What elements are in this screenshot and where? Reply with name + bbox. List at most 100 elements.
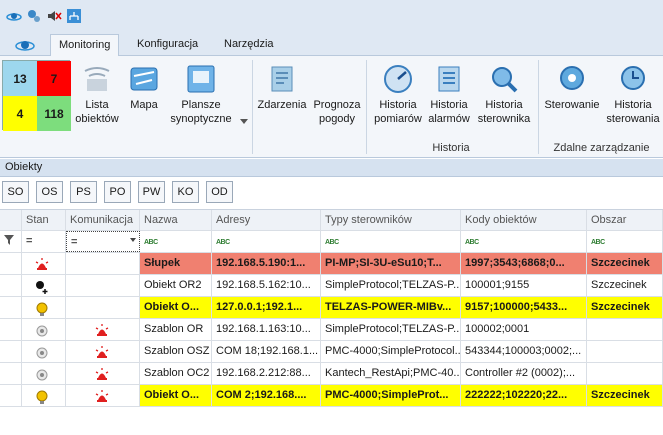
- column-header-typy[interactable]: Typy sterowników: [321, 210, 461, 231]
- cell-kody: 1997;3543;6868;0...: [461, 253, 587, 274]
- table-row[interactable]: Szablon OR 192.168.1.163:10... SimpleProto…: [0, 319, 663, 341]
- gauge-icon: [380, 62, 416, 96]
- cell-typy: SimpleProtocol;TELZAS-P...: [321, 319, 461, 340]
- tab-narzedzia[interactable]: Narzędzia: [216, 34, 282, 57]
- ribbon-tabs: Monitoring Konfiguracja Narzędzia: [0, 32, 663, 57]
- historia-pomiarow-button[interactable]: Historia pomiarów: [372, 62, 424, 126]
- filter-so-button[interactable]: SO: [2, 181, 29, 203]
- filter-pw-button[interactable]: PW: [138, 181, 165, 203]
- cell-kody: 543344;100003;0002;...: [461, 341, 587, 362]
- table-row[interactable]: Słupek 192.168.5.190:1... PI-MP;SI-3U-eSu1…: [0, 253, 663, 275]
- text-filter-icon: ABC: [325, 239, 339, 246]
- historia-sterownika-button[interactable]: Historia sterownika: [476, 62, 532, 126]
- text-filter-icon: ABC: [591, 239, 605, 246]
- red-alarm-icon: [94, 390, 110, 406]
- events-icon: [264, 62, 300, 96]
- filter-po-button[interactable]: PO: [104, 181, 131, 203]
- filter-typy[interactable]: ABC: [321, 231, 461, 252]
- filter-icon[interactable]: [0, 231, 22, 252]
- column-header-stan[interactable]: Stan: [22, 210, 66, 231]
- cell-adresy: 192.168.1.163:10...: [212, 319, 321, 340]
- ribbon-panel: 13 7 4 118 Lista obiektów Mapa Plansze s…: [0, 56, 663, 158]
- sterowanie-button[interactable]: Sterowanie: [542, 62, 602, 112]
- zdarzenia-button[interactable]: Zdarzenia: [256, 62, 308, 112]
- quick-access-toolbar: [0, 0, 663, 32]
- cell-nazwa: Obiekt OR2: [140, 275, 212, 296]
- filter-nazwa[interactable]: ABC: [140, 231, 212, 252]
- application-menu-button[interactable]: [10, 34, 40, 56]
- filter-row: = = ABC ABC ABC ABC ABC: [0, 231, 663, 253]
- filter-obszar[interactable]: ABC: [587, 231, 663, 252]
- column-header-adresy[interactable]: Adresy: [212, 210, 321, 231]
- alarm-history-icon: [431, 62, 467, 96]
- yellow-bulb-icon: [34, 302, 50, 318]
- cell-stan: [22, 341, 66, 362]
- mapa-button[interactable]: Mapa: [126, 62, 162, 112]
- cell-nazwa: Szablon OSZ: [140, 341, 212, 362]
- status-count-blue[interactable]: 13: [3, 61, 37, 96]
- column-header-komunikacja[interactable]: Komunikacja: [66, 210, 140, 231]
- plansze-synoptyczne-label: Plansze synoptyczne: [170, 99, 232, 125]
- cell-typy: PMC-4000;SimpleProtocol...: [321, 341, 461, 362]
- column-header-obszar[interactable]: Obszar: [587, 210, 663, 231]
- table-row[interactable]: Obiekt O... COM 2;192.168.... PMC-4000;Sim…: [0, 385, 663, 407]
- controller-history-icon: [486, 62, 522, 96]
- filter-komunikacja-dropdown[interactable]: =: [66, 231, 140, 252]
- gray-dot-icon: [34, 369, 50, 384]
- cell-kody: 9157;100000;5433...: [461, 297, 587, 318]
- historia-sterownika-label: Historia sterownika: [477, 99, 531, 125]
- cell-nazwa: Szablon OC2: [140, 363, 212, 384]
- column-header-kody[interactable]: Kody obiektów: [461, 210, 587, 231]
- filter-os-button[interactable]: OS: [36, 181, 63, 203]
- plansze-synoptyczne-button[interactable]: Plansze synoptyczne: [166, 62, 236, 126]
- table-row[interactable]: Szablon OSZ COM 18;192.168.1... PMC-4000;S…: [0, 341, 663, 363]
- cell-obszar: Szczecinek: [587, 253, 663, 274]
- cell-komunikacja: [66, 341, 140, 362]
- tab-monitoring[interactable]: Monitoring: [50, 34, 120, 57]
- cell-stan: [22, 385, 66, 406]
- panel-title: Obiekty: [0, 159, 663, 177]
- historia-sterowania-label: Historia sterowania: [606, 99, 660, 125]
- lista-obiektow-button[interactable]: Lista obiektów: [75, 62, 119, 126]
- table-row[interactable]: Obiekt O... 127.0.0.1;192.1... TELZAS-POWE…: [0, 297, 663, 319]
- chevron-down-icon[interactable]: [240, 119, 248, 124]
- filter-kody[interactable]: ABC: [461, 231, 587, 252]
- cell-komunikacja: [66, 385, 140, 406]
- row-indicator: [0, 297, 22, 318]
- network-tree-icon[interactable]: [66, 8, 82, 24]
- prognoza-pogody-label: Prognoza pogody: [313, 99, 361, 125]
- row-indicator: [0, 341, 22, 362]
- cell-nazwa: Obiekt O...: [140, 385, 212, 406]
- filter-od-button[interactable]: OD: [206, 181, 233, 203]
- control-icon: [554, 62, 590, 96]
- prognoza-pogody-button[interactable]: Prognoza pogody: [310, 62, 364, 126]
- filter-ko-button[interactable]: KO: [172, 181, 199, 203]
- cell-nazwa: Szablon OR: [140, 319, 212, 340]
- historia-sterowania-button[interactable]: Historia sterowania: [604, 62, 662, 126]
- filter-stan[interactable]: =: [22, 231, 66, 252]
- black-dot-plus-icon: [34, 281, 50, 296]
- filter-ps-button[interactable]: PS: [70, 181, 97, 203]
- plug-gear-icon[interactable]: [26, 8, 42, 24]
- cell-adresy: COM 18;192.168.1...: [212, 341, 321, 362]
- tab-konfiguracja[interactable]: Konfiguracja: [129, 34, 206, 57]
- ribbon-separator: [366, 60, 367, 154]
- header-indicator: [0, 210, 22, 231]
- column-header-nazwa[interactable]: Nazwa: [140, 210, 212, 231]
- row-indicator: [0, 385, 22, 406]
- cell-nazwa: Słupek: [140, 253, 212, 274]
- text-filter-icon: ABC: [465, 239, 479, 246]
- satellite-icon[interactable]: [6, 8, 22, 24]
- mute-speaker-icon[interactable]: [46, 8, 62, 24]
- table-row[interactable]: Obiekt OR2 192.168.5.162:10... SimpleProto…: [0, 275, 663, 297]
- status-count-yellow[interactable]: 4: [3, 96, 37, 131]
- status-counters: 13 7 4 118: [2, 60, 71, 131]
- status-count-red[interactable]: 7: [37, 61, 71, 96]
- table-row[interactable]: Szablon OC2 192.168.2.212:88... Kantech_Re…: [0, 363, 663, 385]
- cell-typy: PI-MP;SI-3U-eSu10;T...: [321, 253, 461, 274]
- status-count-green[interactable]: 118: [37, 96, 71, 131]
- filter-adresy[interactable]: ABC: [212, 231, 321, 252]
- mapa-label: Mapa: [130, 99, 158, 111]
- filter-buttons-bar: SO OS PS PO PW KO OD: [0, 177, 663, 207]
- historia-alarmow-button[interactable]: Historia alarmów: [426, 62, 472, 126]
